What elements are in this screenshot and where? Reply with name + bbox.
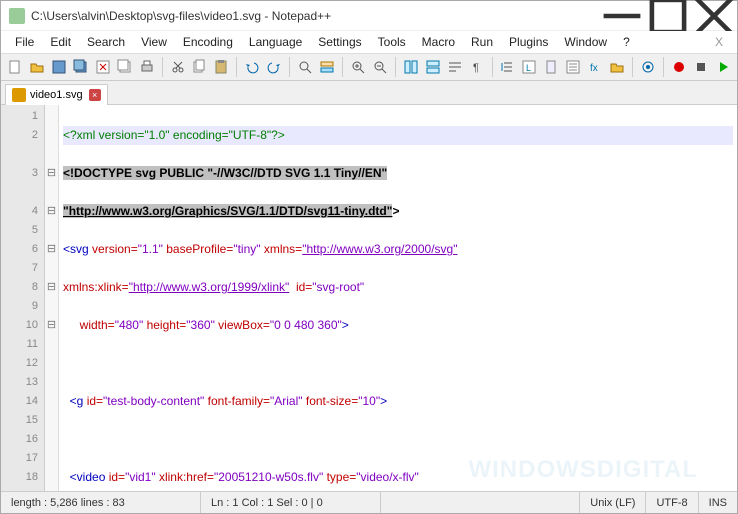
fold-toggle[interactable] (45, 164, 58, 183)
file-type-icon (12, 88, 26, 102)
toolbar-divider (632, 57, 633, 77)
line-number-gutter: 1234567891011121314151617181920 (1, 105, 45, 491)
folder-button[interactable] (607, 56, 627, 78)
status-mode[interactable]: INS (699, 492, 737, 513)
status-length: length : 5,286 lines : 83 (1, 492, 201, 513)
menu-edit[interactable]: Edit (42, 33, 79, 51)
sync-h-button[interactable] (423, 56, 443, 78)
toolbar-divider (289, 57, 290, 77)
toolbar-divider (342, 57, 343, 77)
menu-view[interactable]: View (133, 33, 175, 51)
close-all-button[interactable] (115, 56, 135, 78)
svg-text:¶: ¶ (473, 62, 479, 74)
title-bar: C:\Users\alvin\Desktop\svg-files\video1.… (1, 1, 737, 31)
menu-run[interactable]: Run (463, 33, 501, 51)
doc-map-button[interactable] (541, 56, 561, 78)
redo-button[interactable] (264, 56, 284, 78)
fold-toggle[interactable] (45, 316, 58, 335)
fold-toggle[interactable] (45, 278, 58, 297)
func-list-button[interactable]: fx (585, 56, 605, 78)
record-macro-button[interactable] (669, 56, 689, 78)
fold-toggle[interactable] (45, 240, 58, 259)
toolbar-divider (395, 57, 396, 77)
save-button[interactable] (49, 56, 69, 78)
udl-button[interactable]: L (519, 56, 539, 78)
doc-list-button[interactable] (563, 56, 583, 78)
fold-toggle[interactable] (45, 202, 58, 221)
cut-button[interactable] (168, 56, 188, 78)
editor-area: 1234567891011121314151617181920 <?xml ve… (1, 105, 737, 491)
status-eol[interactable]: Unix (LF) (580, 492, 646, 513)
print-button[interactable] (137, 56, 157, 78)
menu-macro[interactable]: Macro (414, 33, 463, 51)
toolbar-divider (663, 57, 664, 77)
undo-button[interactable] (242, 56, 262, 78)
zoom-out-button[interactable] (370, 56, 390, 78)
play-macro-button[interactable] (713, 56, 733, 78)
svg-text:fx: fx (590, 63, 598, 74)
tab-close-icon[interactable]: × (89, 89, 101, 101)
tab-video1[interactable]: video1.svg × (5, 84, 108, 105)
status-encoding[interactable]: UTF-8 (646, 492, 698, 513)
tab-bar: video1.svg × (1, 81, 737, 105)
menubar-close-icon[interactable]: X (707, 33, 731, 51)
window-title: C:\Users\alvin\Desktop\svg-files\video1.… (31, 9, 599, 23)
stop-macro-button[interactable] (691, 56, 711, 78)
menu-window[interactable]: Window (556, 33, 615, 51)
toolbar-divider (236, 57, 237, 77)
monitoring-button[interactable] (638, 56, 658, 78)
show-all-chars-button[interactable]: ¶ (467, 56, 487, 78)
maximize-button[interactable] (645, 1, 691, 31)
tab-label: video1.svg (30, 89, 83, 101)
toolbar-divider (492, 57, 493, 77)
sync-v-button[interactable] (401, 56, 421, 78)
minimize-button[interactable] (599, 1, 645, 31)
menu-settings[interactable]: Settings (310, 33, 369, 51)
toolbar: ¶ L fx (1, 53, 737, 81)
menu-bar: File Edit Search View Encoding Language … (1, 31, 737, 53)
paste-button[interactable] (211, 56, 231, 78)
new-file-button[interactable] (5, 56, 25, 78)
fold-gutter (45, 105, 59, 491)
status-bar: length : 5,286 lines : 83 Ln : 1 Col : 1… (1, 491, 737, 513)
replace-button[interactable] (317, 56, 337, 78)
indent-guide-button[interactable] (497, 56, 517, 78)
svg-text:L: L (526, 63, 531, 73)
close-button[interactable] (691, 1, 737, 31)
close-file-button[interactable] (93, 56, 113, 78)
menu-tools[interactable]: Tools (370, 33, 414, 51)
menu-search[interactable]: Search (79, 33, 133, 51)
save-all-button[interactable] (71, 56, 91, 78)
find-button[interactable] (295, 56, 315, 78)
open-file-button[interactable] (27, 56, 47, 78)
code-area[interactable]: <?xml version="1.0" encoding="UTF-8"?> <… (59, 105, 737, 491)
menu-help[interactable]: ? (615, 33, 638, 51)
menu-language[interactable]: Language (241, 33, 310, 51)
zoom-in-button[interactable] (348, 56, 368, 78)
app-icon (9, 8, 25, 24)
copy-button[interactable] (190, 56, 210, 78)
menu-file[interactable]: File (7, 33, 42, 51)
status-position: Ln : 1 Col : 1 Sel : 0 | 0 (201, 492, 381, 513)
toolbar-divider (162, 57, 163, 77)
word-wrap-button[interactable] (445, 56, 465, 78)
menu-plugins[interactable]: Plugins (501, 33, 556, 51)
menu-encoding[interactable]: Encoding (175, 33, 241, 51)
